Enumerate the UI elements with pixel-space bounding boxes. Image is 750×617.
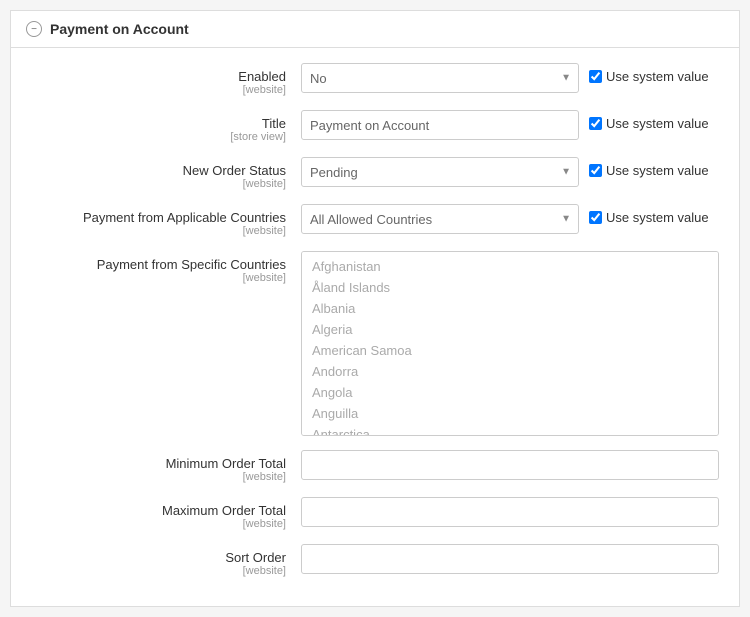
title-system-value: Use system value — [589, 110, 719, 131]
applicable-countries-system-checkbox[interactable] — [589, 211, 602, 224]
enabled-system-value: Use system value — [589, 63, 719, 84]
specific-countries-label-col: Payment from Specific Countries [website… — [31, 251, 301, 284]
enabled-system-label: Use system value — [606, 69, 709, 84]
specific-countries-scope: [website] — [31, 272, 286, 284]
title-system-checkbox[interactable] — [589, 117, 602, 130]
specific-countries-list[interactable]: Afghanistan Åland Islands Albania Algeri… — [301, 251, 719, 436]
enabled-select[interactable]: No Yes — [301, 63, 579, 93]
title-label: Title — [262, 116, 286, 131]
country-item[interactable]: Algeria — [302, 319, 718, 340]
min-order-row: Minimum Order Total [website] — [31, 450, 719, 483]
applicable-countries-row: Payment from Applicable Countries [websi… — [31, 204, 719, 237]
sort-order-input[interactable] — [301, 544, 719, 574]
applicable-countries-system-value: Use system value — [589, 204, 719, 225]
max-order-field-col — [301, 497, 719, 527]
enabled-field-col: No Yes ▼ Use system value — [301, 63, 719, 93]
section-title: Payment on Account — [50, 21, 189, 37]
enabled-row: Enabled [website] No Yes ▼ Use system va… — [31, 63, 719, 96]
enabled-scope: [website] — [31, 84, 286, 96]
sort-order-field-col — [301, 544, 719, 574]
country-item[interactable]: American Samoa — [302, 340, 718, 361]
order-status-system-checkbox[interactable] — [589, 164, 602, 177]
applicable-countries-system-label: Use system value — [606, 210, 709, 225]
enabled-system-checkbox[interactable] — [589, 70, 602, 83]
order-status-scope: [website] — [31, 178, 286, 190]
max-order-input[interactable] — [301, 497, 719, 527]
applicable-countries-label-col: Payment from Applicable Countries [websi… — [31, 204, 301, 237]
sort-order-row: Sort Order [website] — [31, 544, 719, 577]
sort-order-field-wrapper — [301, 544, 719, 574]
max-order-field-wrapper — [301, 497, 719, 527]
min-order-field-col — [301, 450, 719, 480]
sort-order-scope: [website] — [31, 565, 286, 577]
order-status-system-value: Use system value — [589, 157, 719, 178]
order-status-system-label: Use system value — [606, 163, 709, 178]
title-input[interactable] — [301, 110, 579, 140]
title-system-label: Use system value — [606, 116, 709, 131]
min-order-label: Minimum Order Total — [166, 456, 286, 471]
country-item[interactable]: Åland Islands — [302, 277, 718, 298]
country-item[interactable]: Antarctica — [302, 424, 718, 436]
min-order-scope: [website] — [31, 471, 286, 483]
sort-order-label-col: Sort Order [website] — [31, 544, 301, 577]
page-wrapper: − Payment on Account Enabled [website] N… — [10, 10, 740, 607]
min-order-field-wrapper — [301, 450, 719, 480]
max-order-row: Maximum Order Total [website] — [31, 497, 719, 530]
title-field-col: Use system value — [301, 110, 719, 140]
title-row: Title [store view] Use system value — [31, 110, 719, 143]
min-order-input[interactable] — [301, 450, 719, 480]
max-order-label-col: Maximum Order Total [website] — [31, 497, 301, 530]
applicable-countries-label: Payment from Applicable Countries — [83, 210, 286, 225]
enabled-label: Enabled — [238, 69, 286, 84]
country-item[interactable]: Afghanistan — [302, 256, 718, 277]
country-item[interactable]: Albania — [302, 298, 718, 319]
min-order-label-col: Minimum Order Total [website] — [31, 450, 301, 483]
title-label-col: Title [store view] — [31, 110, 301, 143]
applicable-countries-scope: [website] — [31, 225, 286, 237]
form-body: Enabled [website] No Yes ▼ Use system va… — [11, 48, 739, 606]
sort-order-label: Sort Order — [225, 550, 286, 565]
order-status-select[interactable]: Pending Processing Complete — [301, 157, 579, 187]
applicable-countries-field-col: All Allowed Countries Specific Countries… — [301, 204, 719, 234]
enabled-select-wrapper: No Yes ▼ — [301, 63, 579, 93]
collapse-icon[interactable]: − — [26, 21, 42, 37]
enabled-label-col: Enabled [website] — [31, 63, 301, 96]
applicable-countries-select[interactable]: All Allowed Countries Specific Countries — [301, 204, 579, 234]
order-status-row: New Order Status [website] Pending Proce… — [31, 157, 719, 190]
order-status-select-wrapper: Pending Processing Complete ▼ — [301, 157, 579, 187]
country-item[interactable]: Anguilla — [302, 403, 718, 424]
specific-countries-row: Payment from Specific Countries [website… — [31, 251, 719, 436]
country-item[interactable]: Andorra — [302, 361, 718, 382]
max-order-label: Maximum Order Total — [162, 503, 286, 518]
specific-countries-label: Payment from Specific Countries — [97, 257, 286, 272]
title-scope: [store view] — [31, 131, 286, 143]
title-field-wrapper — [301, 110, 579, 140]
order-status-field-col: Pending Processing Complete ▼ Use system… — [301, 157, 719, 187]
specific-countries-field-col: Afghanistan Åland Islands Albania Algeri… — [301, 251, 719, 436]
max-order-scope: [website] — [31, 518, 286, 530]
order-status-label: New Order Status — [183, 163, 286, 178]
applicable-countries-select-wrapper: All Allowed Countries Specific Countries… — [301, 204, 579, 234]
order-status-label-col: New Order Status [website] — [31, 157, 301, 190]
section-header: − Payment on Account — [11, 11, 739, 48]
country-item[interactable]: Angola — [302, 382, 718, 403]
